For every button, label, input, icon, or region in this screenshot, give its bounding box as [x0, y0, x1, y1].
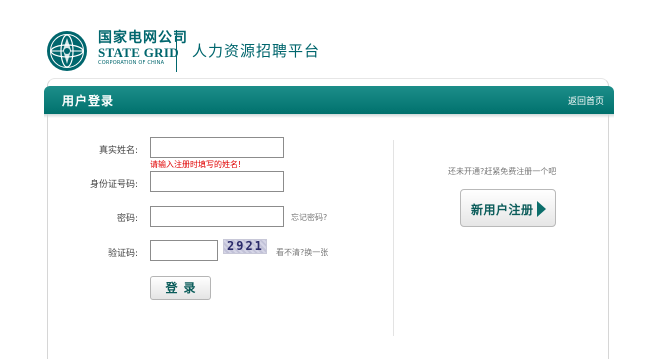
header-divider: [176, 30, 177, 72]
captcha-text: 2921: [227, 239, 264, 253]
register-prompt: 还未开通?赶紧免费注册一个吧: [448, 167, 557, 176]
captcha-image[interactable]: 2921: [223, 239, 267, 254]
site-header: 国家电网公司 STATE GRID CORPORATION OF CHINA 人…: [46, 26, 606, 74]
play-arrow-icon: [537, 201, 546, 217]
state-grid-logo-icon: [47, 31, 87, 71]
name-hint: 请输入注册时填写的姓名!: [150, 160, 242, 169]
captcha-input[interactable]: [150, 240, 218, 261]
home-link[interactable]: 返回首页: [568, 94, 604, 107]
register-button[interactable]: 新用户注册: [460, 189, 556, 227]
register-button-label: 新用户注册: [471, 203, 534, 217]
captcha-label: 验证码:: [107, 249, 138, 259]
name-label: 真实姓名:: [98, 146, 138, 156]
refresh-captcha-link[interactable]: 看不清?换一张: [276, 247, 328, 258]
title-bar-shadow: [44, 114, 614, 118]
id-number-input[interactable]: [150, 171, 284, 192]
brand-name-sub: CORPORATION OF CHINA: [98, 60, 165, 66]
password-input[interactable]: [150, 206, 284, 227]
forgot-password-link[interactable]: 忘记密码?: [291, 212, 327, 223]
panel-title: 用户登录: [62, 94, 115, 108]
login-button[interactable]: 登录: [150, 276, 211, 300]
password-label: 密码:: [116, 214, 138, 224]
portal-title: 人力资源招聘平台: [192, 42, 321, 60]
name-input[interactable]: [150, 137, 284, 158]
column-separator: [393, 140, 394, 336]
id-label: 身份证号码:: [89, 180, 138, 190]
panel-title-bar: 用户登录 返回首页: [44, 86, 614, 114]
